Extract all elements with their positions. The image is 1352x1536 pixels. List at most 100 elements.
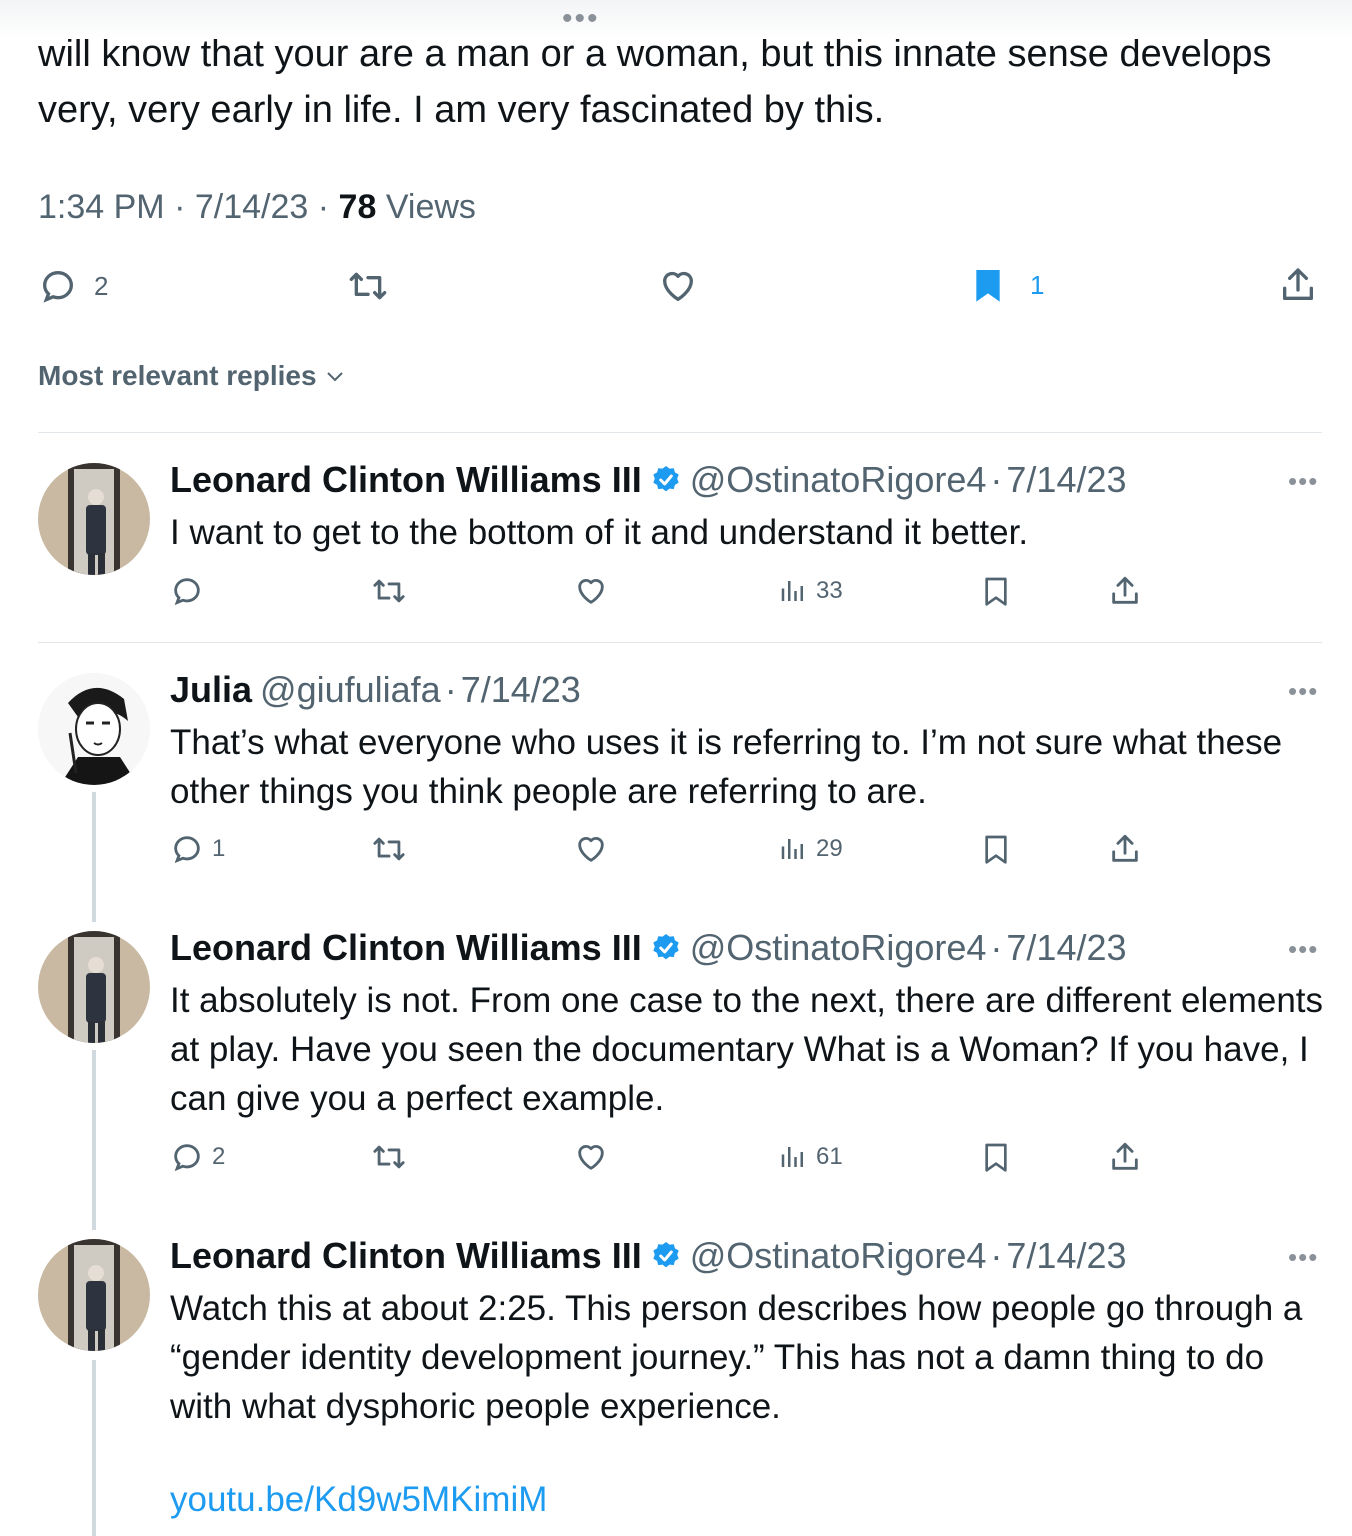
- divider: [38, 642, 1322, 643]
- sort-replies-dropdown[interactable]: Most relevant replies: [38, 360, 347, 392]
- verified-badge-icon: [653, 466, 679, 492]
- top-bar: [0, 0, 1352, 40]
- share-icon: [1283, 268, 1313, 300]
- reply-text: That’s what everyone who uses it is refe…: [170, 723, 1283, 811]
- retweet-button[interactable]: [370, 1140, 408, 1174]
- retweet-icon: [373, 579, 405, 603]
- reply-icon: [174, 1144, 200, 1172]
- retweet-icon: [373, 1145, 405, 1169]
- thread-line: [92, 1050, 96, 1230]
- divider: [38, 432, 1322, 433]
- reply-icon: [174, 578, 200, 606]
- reply-text: It absolutely is not. From one case to t…: [170, 981, 1324, 1118]
- bookmark-button[interactable]: [980, 832, 1012, 866]
- author-name[interactable]: Leonard Clinton Williams III: [170, 458, 642, 502]
- like-button[interactable]: [658, 266, 698, 306]
- share-button[interactable]: [1108, 1140, 1142, 1174]
- retweet-icon: [373, 837, 405, 861]
- reply-count: 2: [212, 1143, 226, 1170]
- heart-icon: [663, 271, 693, 301]
- author-name[interactable]: Leonard Clinton Williams III: [170, 1234, 642, 1278]
- heart-icon: [578, 837, 604, 862]
- tweet-time: 1:34 PM: [38, 188, 165, 226]
- retweet-button[interactable]: [346, 266, 390, 306]
- views-count: 29: [816, 835, 843, 862]
- avatar[interactable]: [38, 673, 150, 785]
- share-button[interactable]: [1278, 264, 1318, 306]
- share-button[interactable]: [1108, 574, 1142, 608]
- reply-button[interactable]: 1: [170, 832, 225, 866]
- share-button[interactable]: [1108, 832, 1142, 866]
- like-button[interactable]: [574, 574, 608, 608]
- views-count: 33: [816, 577, 843, 604]
- thread-line: [92, 1360, 96, 1536]
- reply-action-bar: 1 29: [170, 832, 1330, 872]
- author-name[interactable]: Leonard Clinton Williams III: [170, 926, 642, 970]
- more-options-icon[interactable]: •••: [562, 4, 600, 34]
- author-handle[interactable]: @OstinatoRigore4: [690, 458, 987, 502]
- verified-badge-icon: [653, 1242, 679, 1268]
- reply-header: Leonard Clinton Williams III @OstinatoRi…: [170, 926, 1127, 970]
- tweet-meta: 1:34 PM · 7/14/23 · 78 Views: [38, 188, 476, 226]
- retweet-icon: [349, 272, 387, 300]
- views-button[interactable]: 33: [778, 574, 843, 608]
- reply-count: 2: [94, 270, 109, 301]
- bookmark-icon: [985, 835, 1007, 864]
- reply-date[interactable]: 7/14/23: [1006, 458, 1126, 502]
- reply-button[interactable]: 2: [38, 266, 108, 306]
- bookmark-count: 1: [1030, 269, 1045, 300]
- avatar[interactable]: [38, 931, 150, 1043]
- reply-date[interactable]: 7/14/23: [1006, 1234, 1126, 1278]
- like-button[interactable]: [574, 1140, 608, 1174]
- reply-header: Leonard Clinton Williams III @OstinatoRi…: [170, 458, 1127, 502]
- views-button[interactable]: 61: [778, 1140, 843, 1174]
- chevron-down-icon: [326, 372, 343, 382]
- sort-label: Most relevant replies: [38, 360, 317, 391]
- avatar[interactable]: [38, 463, 150, 575]
- analytics-icon: [781, 1147, 803, 1167]
- like-button[interactable]: [574, 832, 608, 866]
- reply-date[interactable]: 7/14/23: [461, 668, 581, 712]
- reply-count: 1: [212, 835, 226, 862]
- reply-action-bar: 2 61: [170, 1140, 1330, 1180]
- tweet-date[interactable]: 7/14/23: [195, 188, 308, 226]
- more-icon[interactable]: •••: [1288, 1242, 1318, 1273]
- more-icon[interactable]: •••: [1288, 934, 1318, 965]
- share-icon: [1112, 834, 1138, 862]
- verified-badge-icon: [653, 934, 679, 960]
- reply-button[interactable]: 2: [170, 1140, 225, 1174]
- reply-action-bar: 33: [170, 574, 1330, 614]
- bookmark-icon: [985, 577, 1007, 606]
- views-count: 61: [816, 1143, 843, 1170]
- reply-header: Julia @giufuliafa · 7/14/23: [170, 668, 581, 712]
- bookmark-button[interactable]: [980, 1140, 1012, 1174]
- heart-icon: [578, 579, 604, 604]
- author-handle[interactable]: @OstinatoRigore4: [690, 926, 987, 970]
- bookmark-button[interactable]: [980, 574, 1012, 608]
- reply-icon: [42, 270, 74, 303]
- bookmark-button[interactable]: 1: [968, 264, 1044, 306]
- views-label: Views: [385, 188, 476, 226]
- more-icon[interactable]: •••: [1288, 466, 1318, 497]
- share-icon: [1112, 576, 1138, 604]
- author-handle[interactable]: @giufuliafa: [260, 668, 441, 712]
- more-icon[interactable]: •••: [1288, 676, 1318, 707]
- youtube-link[interactable]: youtu.be/Kd9w5MKimiM: [170, 1480, 547, 1520]
- bookmark-filled-icon: [976, 270, 1000, 302]
- reply-button[interactable]: [170, 574, 204, 608]
- views-button[interactable]: 29: [778, 832, 843, 866]
- retweet-button[interactable]: [370, 574, 408, 608]
- share-icon: [1112, 1142, 1138, 1170]
- avatar[interactable]: [38, 1239, 150, 1351]
- reply-date[interactable]: 7/14/23: [1006, 926, 1126, 970]
- thread-line: [92, 792, 96, 922]
- retweet-button[interactable]: [370, 832, 408, 866]
- analytics-icon: [781, 839, 803, 859]
- author-handle[interactable]: @OstinatoRigore4: [690, 1234, 987, 1278]
- views-count: 78: [338, 188, 377, 226]
- author-name[interactable]: Julia: [170, 668, 252, 712]
- heart-icon: [578, 1145, 604, 1170]
- bookmark-icon: [985, 1143, 1007, 1172]
- reply-text: I want to get to the bottom of it and un…: [170, 513, 1029, 552]
- analytics-icon: [781, 581, 803, 601]
